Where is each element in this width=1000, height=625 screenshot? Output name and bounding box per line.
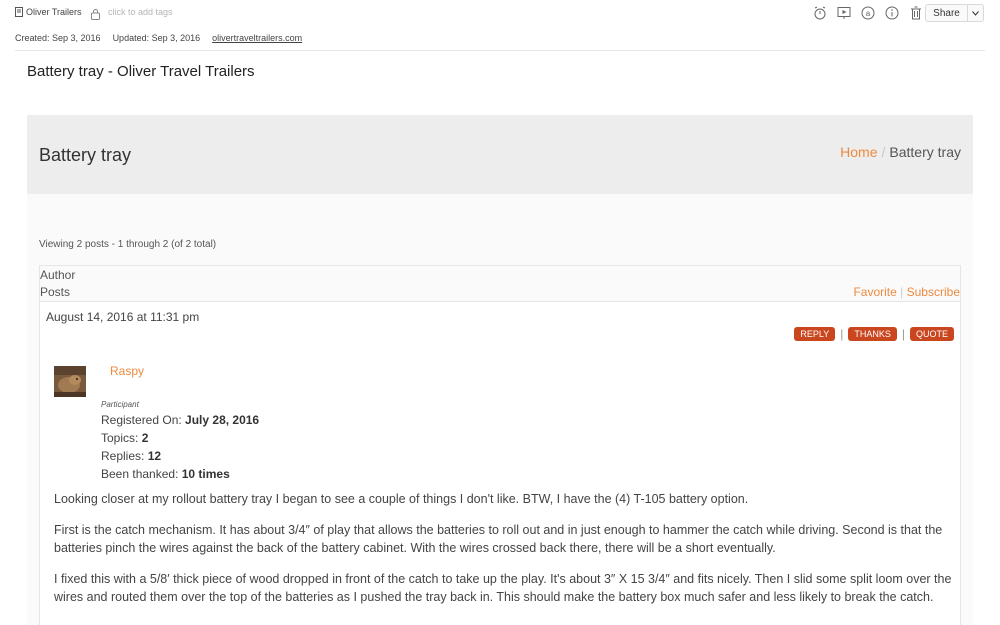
note-title[interactable]: Battery tray - Oliver Travel Trailers	[27, 63, 255, 80]
note-meta: Created: Sep 3, 2016 Updated: Sep 3, 201…	[15, 33, 302, 43]
replies: Replies: 12	[101, 447, 259, 465]
reminder-icon[interactable]	[812, 5, 828, 21]
favorite-link[interactable]: Favorite	[853, 285, 896, 299]
breadcrumb-separator: /	[881, 144, 886, 160]
present-icon[interactable]	[836, 5, 852, 21]
post-actions: REPLY | THANKS | QUOTE	[794, 327, 954, 341]
favorite-subscribe: Favorite | Subscribe	[853, 285, 960, 299]
share-button[interactable]: Share	[925, 4, 984, 22]
post-paragraph: First is the catch mechanism. It has abo…	[54, 523, 943, 555]
source-url[interactable]: olivertraveltrailers.com	[212, 33, 302, 43]
forum-post: August 14, 2016 at 11:31 pm REPLY | THAN…	[39, 302, 961, 625]
viewing-count: Viewing 2 posts - 1 through 2 (of 2 tota…	[39, 239, 217, 250]
chevron-down-icon[interactable]	[968, 5, 983, 21]
reply-button[interactable]: REPLY	[794, 327, 836, 341]
trash-icon[interactable]	[908, 5, 924, 21]
topics-label: Topics:	[101, 431, 142, 445]
author-stats: Registered On: July 28, 2016 Topics: 2 R…	[101, 411, 259, 483]
workchat-icon[interactable]: a	[860, 5, 876, 21]
notebook-name: Oliver Trailers	[26, 7, 82, 17]
updated-date: Updated: Sep 3, 2016	[112, 33, 201, 43]
avatar[interactable]	[54, 366, 86, 397]
action-separator: |	[840, 327, 844, 341]
been-thanked: Been thanked: 10 times	[101, 465, 259, 483]
tag-icon[interactable]	[91, 7, 100, 25]
registered-value: July 28, 2016	[185, 413, 260, 427]
post-paragraph: Looking closer at my rollout battery tra…	[54, 492, 749, 506]
post-content: Looking closer at my rollout battery tra…	[54, 490, 954, 619]
replies-label: Replies:	[101, 449, 148, 463]
action-separator: |	[901, 327, 905, 341]
topics: Topics: 2	[101, 429, 259, 447]
thanked-value: 10 times	[181, 467, 230, 481]
post-date: August 14, 2016 at 11:31 pm	[46, 310, 200, 324]
info-icon[interactable]	[884, 5, 900, 21]
page-title: Battery tray	[39, 145, 132, 165]
topics-value: 2	[141, 431, 149, 445]
quote-button[interactable]: QUOTE	[909, 327, 954, 341]
replies-value: 12	[147, 449, 162, 463]
link-separator: |	[900, 285, 904, 299]
notebook-selector[interactable]: Oliver Trailers	[15, 7, 82, 17]
page-titlebar: Battery tray Home / Battery tray	[27, 115, 973, 194]
breadcrumb-home[interactable]: Home	[840, 144, 877, 160]
tags-input[interactable]: click to add tags	[108, 7, 173, 17]
notebook-icon	[15, 7, 23, 17]
post-paragraph: I fixed this with a 5/8′ thick piece of …	[54, 572, 952, 604]
created-date: Created: Sep 3, 2016	[15, 33, 101, 43]
subscribe-link[interactable]: Subscribe	[907, 285, 960, 299]
thanks-button[interactable]: THANKS	[848, 327, 897, 341]
breadcrumb: Home / Battery tray	[840, 144, 961, 160]
author-name[interactable]: Raspy	[110, 364, 144, 378]
registered-on: Registered On: July 28, 2016	[101, 411, 259, 429]
web-clip: Battery tray Home / Battery tray Viewing 2…	[27, 115, 973, 625]
author-role: Participant	[101, 400, 139, 409]
share-label[interactable]: Share	[926, 5, 968, 21]
divider	[15, 50, 985, 51]
author-column-label: Author	[40, 268, 76, 282]
thanked-label: Been thanked:	[101, 467, 182, 481]
breadcrumb-current: Battery tray	[889, 144, 961, 160]
registered-label: Registered On:	[101, 413, 186, 427]
forum-header: Author Posts Favorite | Subscribe	[39, 265, 961, 302]
svg-text:a: a	[866, 9, 871, 18]
note-toolbar: Oliver Trailers click to add tags a Shar…	[0, 0, 1000, 26]
posts-column-label: Posts	[40, 285, 71, 299]
